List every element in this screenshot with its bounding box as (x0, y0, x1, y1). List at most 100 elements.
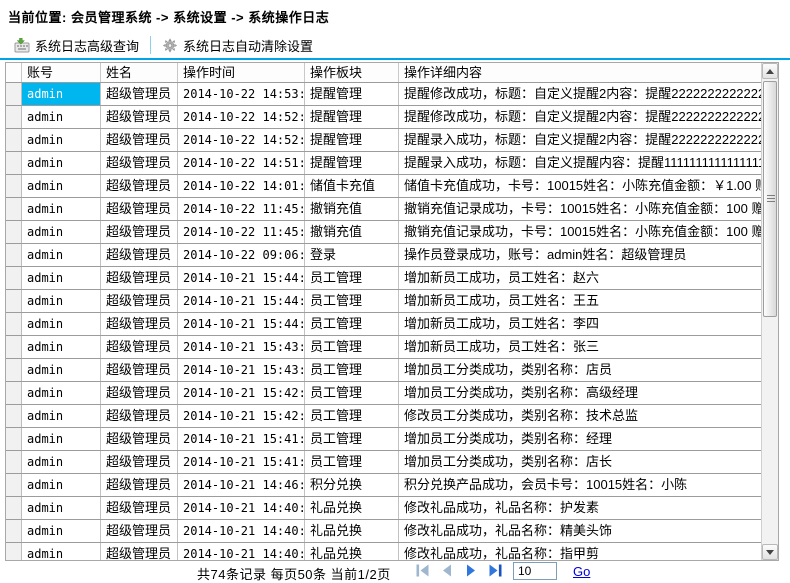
cell-account[interactable]: admin (22, 359, 101, 381)
cell-detail[interactable]: 修改礼品成功，礼品名称：精美头饰 (399, 520, 761, 542)
cell-module[interactable]: 礼品兑换 (305, 543, 399, 560)
cell-account[interactable]: admin (22, 313, 101, 335)
cell-detail[interactable]: 增加员工分类成功，类别名称：高级经理 (399, 382, 761, 404)
cell-time[interactable]: 2014-10-21 15:42:38 (178, 405, 305, 427)
cell-time[interactable]: 2014-10-22 14:53:21 (178, 83, 305, 105)
cell-detail[interactable]: 增加新员工成功，员工姓名：王五 (399, 290, 761, 312)
cell-account[interactable]: admin (22, 244, 101, 266)
cell-detail[interactable]: 储值卡充值成功，卡号：10015姓名：小陈充值金额：￥1.00 赠... (399, 175, 761, 197)
cell-module[interactable]: 员工管理 (305, 382, 399, 404)
cell-detail[interactable]: 增加新员工成功，员工姓名：张三 (399, 336, 761, 358)
cell-module[interactable]: 提醒管理 (305, 152, 399, 174)
table-row[interactable]: admin超级管理员2014-10-21 14:40:43礼品兑换修改礼品成功，… (6, 543, 761, 560)
cell-module[interactable]: 撤销充值 (305, 221, 399, 243)
cell-time[interactable]: 2014-10-21 15:44:00 (178, 313, 305, 335)
row-selector-cell[interactable] (6, 83, 22, 105)
table-row[interactable]: admin超级管理员2014-10-21 15:41:49员工管理增加员工分类成… (6, 428, 761, 451)
table-row[interactable]: admin超级管理员2014-10-22 14:53:21提醒管理提醒修改成功，… (6, 83, 761, 106)
cell-time[interactable]: 2014-10-21 14:40:43 (178, 543, 305, 560)
go-link[interactable]: Go (573, 564, 590, 579)
row-selector-cell[interactable] (6, 451, 22, 473)
table-row[interactable]: admin超级管理员2014-10-21 15:44:16员工管理增加新员工成功… (6, 290, 761, 313)
cell-detail[interactable]: 撤销充值记录成功，卡号：10015姓名：小陈充值金额：100 赠送... (399, 198, 761, 220)
cell-detail[interactable]: 积分兑换产品成功，会员卡号：10015姓名：小陈 (399, 474, 761, 496)
row-selector-cell[interactable] (6, 152, 22, 174)
cell-account[interactable]: admin (22, 221, 101, 243)
row-selector-cell[interactable] (6, 428, 22, 450)
cell-account[interactable]: admin (22, 520, 101, 542)
cell-name[interactable]: 超级管理员 (101, 221, 178, 243)
row-selector-cell[interactable] (6, 520, 22, 542)
cell-account[interactable]: admin (22, 543, 101, 560)
cell-detail[interactable]: 增加新员工成功，员工姓名：李四 (399, 313, 761, 335)
cell-module[interactable]: 员工管理 (305, 290, 399, 312)
vertical-scrollbar[interactable] (761, 63, 778, 560)
row-selector-cell[interactable] (6, 543, 22, 560)
cell-name[interactable]: 超级管理员 (101, 543, 178, 560)
table-row[interactable]: admin超级管理员2014-10-21 15:44:32员工管理增加新员工成功… (6, 267, 761, 290)
cell-account[interactable]: admin (22, 405, 101, 427)
row-selector-cell[interactable] (6, 198, 22, 220)
cell-module[interactable]: 积分兑换 (305, 474, 399, 496)
cell-detail[interactable]: 操作员登录成功，账号：admin姓名：超级管理员 (399, 244, 761, 266)
table-row[interactable]: admin超级管理员2014-10-21 15:44:00员工管理增加新员工成功… (6, 313, 761, 336)
cell-time[interactable]: 2014-10-22 14:51:51 (178, 152, 305, 174)
cell-time[interactable]: 2014-10-21 15:43:38 (178, 336, 305, 358)
cell-account[interactable]: admin (22, 106, 101, 128)
table-row[interactable]: admin超级管理员2014-10-21 14:40:54礼品兑换修改礼品成功，… (6, 497, 761, 520)
auto-clear-settings-button[interactable]: 系统日志自动清除设置 (158, 34, 317, 57)
cell-detail[interactable]: 修改礼品成功，礼品名称：指甲剪 (399, 543, 761, 560)
table-row[interactable]: admin超级管理员2014-10-22 11:45:42撤销充值撤销充值记录成… (6, 221, 761, 244)
cell-name[interactable]: 超级管理员 (101, 198, 178, 220)
cell-time[interactable]: 2014-10-21 15:44:16 (178, 290, 305, 312)
row-selector-cell[interactable] (6, 221, 22, 243)
table-row[interactable]: admin超级管理员2014-10-21 15:43:38员工管理增加新员工成功… (6, 336, 761, 359)
cell-account[interactable]: admin (22, 451, 101, 473)
cell-detail[interactable]: 提醒录入成功，标题：自定义提醒2内容：提醒2222222222222222... (399, 129, 761, 151)
table-row[interactable]: admin超级管理员2014-10-21 15:42:38员工管理修改员工分类成… (6, 405, 761, 428)
column-header-detail[interactable]: 操作详细内容 (399, 63, 761, 82)
cell-module[interactable]: 员工管理 (305, 336, 399, 358)
cell-time[interactable]: 2014-10-22 14:52:56 (178, 106, 305, 128)
cell-time[interactable]: 2014-10-21 15:41:49 (178, 428, 305, 450)
cell-time[interactable]: 2014-10-21 14:46:39 (178, 474, 305, 496)
cell-name[interactable]: 超级管理员 (101, 244, 178, 266)
cell-time[interactable]: 2014-10-21 15:41:25 (178, 451, 305, 473)
row-selector-cell[interactable] (6, 244, 22, 266)
cell-name[interactable]: 超级管理员 (101, 106, 178, 128)
cell-account[interactable]: admin (22, 129, 101, 151)
row-selector-cell[interactable] (6, 175, 22, 197)
cell-detail[interactable]: 修改员工分类成功，类别名称：技术总监 (399, 405, 761, 427)
table-row[interactable]: admin超级管理员2014-10-22 14:51:51提醒管理提醒录入成功，… (6, 152, 761, 175)
cell-detail[interactable]: 增加员工分类成功，类别名称：店长 (399, 451, 761, 473)
cell-time[interactable]: 2014-10-22 09:06:53 (178, 244, 305, 266)
cell-name[interactable]: 超级管理员 (101, 129, 178, 151)
table-row[interactable]: admin超级管理员2014-10-22 14:52:28提醒管理提醒录入成功，… (6, 129, 761, 152)
cell-time[interactable]: 2014-10-22 11:45:47 (178, 198, 305, 220)
cell-time[interactable]: 2014-10-21 14:40:54 (178, 497, 305, 519)
cell-module[interactable]: 员工管理 (305, 313, 399, 335)
cell-name[interactable]: 超级管理员 (101, 405, 178, 427)
cell-detail[interactable]: 增加新员工成功，员工姓名：赵六 (399, 267, 761, 289)
cell-detail[interactable]: 撤销充值记录成功，卡号：10015姓名：小陈充值金额：100 赠送... (399, 221, 761, 243)
cell-module[interactable]: 礼品兑换 (305, 497, 399, 519)
table-row[interactable]: admin超级管理员2014-10-22 14:01:28储值卡充值储值卡充值成… (6, 175, 761, 198)
cell-module[interactable]: 礼品兑换 (305, 520, 399, 542)
cell-module[interactable]: 提醒管理 (305, 83, 399, 105)
cell-name[interactable]: 超级管理员 (101, 474, 178, 496)
next-page-button[interactable] (464, 564, 478, 577)
cell-name[interactable]: 超级管理员 (101, 451, 178, 473)
cell-detail[interactable]: 提醒修改成功，标题：自定义提醒2内容：提醒2222222222222222... (399, 106, 761, 128)
cell-account[interactable]: admin (22, 497, 101, 519)
row-selector-cell[interactable] (6, 290, 22, 312)
page-number-input[interactable] (513, 562, 557, 580)
scrollbar-thumb[interactable] (763, 81, 777, 317)
scroll-down-button[interactable] (762, 544, 778, 560)
column-header-time[interactable]: 操作时间 (178, 63, 305, 82)
row-selector-cell[interactable] (6, 474, 22, 496)
cell-module[interactable]: 员工管理 (305, 267, 399, 289)
table-row[interactable]: admin超级管理员2014-10-21 15:41:25员工管理增加员工分类成… (6, 451, 761, 474)
table-row[interactable]: admin超级管理员2014-10-22 14:52:56提醒管理提醒修改成功，… (6, 106, 761, 129)
cell-detail[interactable]: 增加员工分类成功，类别名称：经理 (399, 428, 761, 450)
cell-time[interactable]: 2014-10-22 14:52:28 (178, 129, 305, 151)
